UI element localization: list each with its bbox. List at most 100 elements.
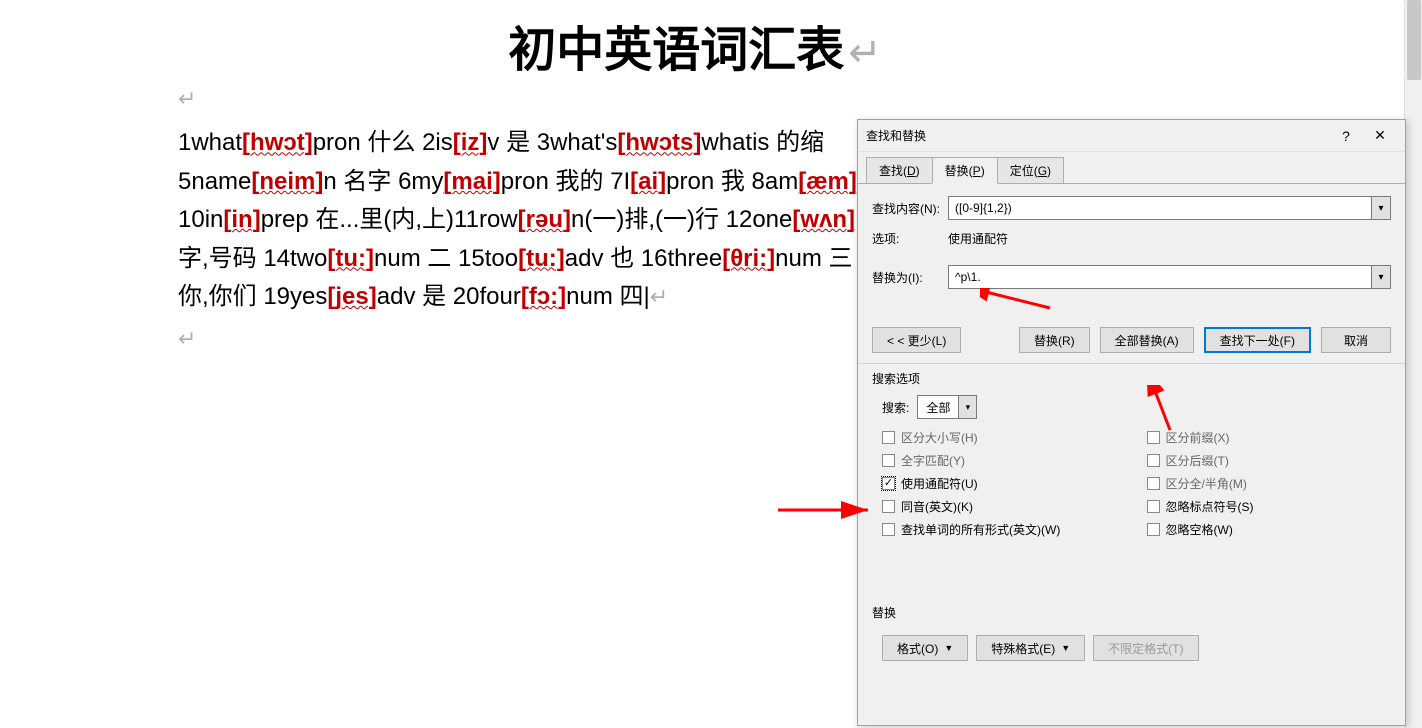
vertical-scrollbar[interactable] — [1404, 0, 1422, 728]
replace-button[interactable]: 替换(R) — [1019, 327, 1090, 353]
checkbox-icon — [882, 454, 895, 467]
format-button[interactable]: 格式(O)▼ — [882, 635, 968, 661]
checkbox-icon[interactable] — [1147, 523, 1160, 536]
checkbox-option: 区分前缀(X) — [1147, 429, 1392, 446]
body-text: adv 也 16three — [565, 245, 722, 272]
phonetic-text: [ai] — [630, 168, 666, 195]
body-text: 你,你们 19yes — [178, 283, 327, 310]
checkbox-option[interactable]: 查找单词的所有形式(英文)(W) — [882, 521, 1127, 538]
checkbox-label: 全字匹配(Y) — [901, 452, 965, 469]
dialog-tabs: 查找(D) 替换(P) 定位(G) — [858, 152, 1405, 183]
body-text: adv 是 20four — [377, 283, 521, 310]
search-options-label: 搜索选项 — [872, 370, 1391, 387]
paragraph-mark-icon: ↵ — [650, 284, 668, 309]
find-content-combo[interactable]: ▾ — [948, 196, 1391, 220]
body-text: 字,号码 14two — [178, 245, 327, 272]
paragraph-mark-icon: ↵ — [178, 326, 196, 351]
phonetic-text: [fɔ:] — [521, 283, 566, 310]
checkbox-icon[interactable] — [882, 500, 895, 513]
checkbox-label: 查找单词的所有形式(英文)(W) — [901, 521, 1060, 538]
replace-with-input[interactable] — [948, 265, 1371, 289]
phonetic-text: [iz] — [453, 129, 488, 156]
checkbox-option[interactable]: 使用通配符(U) — [882, 475, 1127, 492]
special-format-button[interactable]: 特殊格式(E)▼ — [976, 635, 1085, 661]
body-text: prep 在...里(内,上)11row — [261, 206, 518, 233]
document-title: 初中英语词汇表 — [508, 24, 844, 77]
checkbox-label: 区分大小写(H) — [901, 429, 978, 446]
phonetic-text: [θri:] — [722, 245, 775, 272]
phonetic-text: [neim] — [251, 168, 323, 195]
body-text: whatis 的缩 — [701, 129, 824, 156]
phonetic-text: [hwɔt] — [242, 129, 313, 156]
checkbox-icon[interactable] — [882, 477, 895, 490]
checkbox-label: 同音(英文)(K) — [901, 498, 973, 515]
cancel-button[interactable]: 取消 — [1321, 327, 1391, 353]
tab-find[interactable]: 查找(D) — [866, 157, 933, 184]
checkbox-grid: 区分大小写(H)区分前缀(X)全字匹配(Y)区分后缀(T)使用通配符(U)区分全… — [872, 429, 1391, 538]
checkbox-option: 区分大小写(H) — [882, 429, 1127, 446]
body-text: pron 我 8am — [666, 168, 798, 195]
replace-section-label: 替换 — [872, 604, 1391, 621]
checkbox-label: 区分全/半角(M) — [1166, 475, 1247, 492]
replace-with-combo[interactable]: ▾ — [948, 265, 1391, 289]
phonetic-text: [hwɔts] — [617, 129, 701, 156]
phonetic-text: [wʌn] — [792, 206, 855, 233]
find-next-button[interactable]: 查找下一处(F) — [1204, 327, 1311, 353]
checkbox-icon[interactable] — [1147, 500, 1160, 513]
body-text: 10in — [178, 206, 223, 233]
options-value: 使用通配符 — [948, 230, 1008, 247]
paragraph-mark-icon: ↵ — [178, 86, 196, 111]
checkbox-icon — [1147, 431, 1160, 444]
find-dropdown-icon[interactable]: ▾ — [1371, 196, 1391, 220]
caret-down-icon: ▼ — [1061, 643, 1070, 653]
phonetic-text: [in] — [223, 206, 260, 233]
checkbox-label: 忽略空格(W) — [1166, 521, 1233, 538]
checkbox-icon — [1147, 477, 1160, 490]
less-button[interactable]: < < 更少(L) — [872, 327, 961, 353]
body-text: n 名字 6my — [323, 168, 443, 195]
phonetic-text: [tu:] — [518, 245, 565, 272]
caret-down-icon: ▼ — [944, 643, 953, 653]
phonetic-text: [æm] — [798, 168, 857, 195]
help-button[interactable]: ? — [1329, 124, 1363, 148]
phonetic-text: [mai] — [443, 168, 500, 195]
body-text: num 二 15too — [374, 245, 518, 272]
search-scope-value: 全部 — [918, 399, 958, 416]
document-title-wrap: 初中英语词汇表↵ — [0, 10, 1390, 80]
checkbox-label: 区分前缀(X) — [1166, 429, 1230, 446]
checkbox-option[interactable]: 忽略空格(W) — [1147, 521, 1392, 538]
replace-with-label: 替换为(I): — [872, 269, 948, 286]
checkbox-label: 使用通配符(U) — [901, 475, 978, 492]
checkbox-icon[interactable] — [882, 523, 895, 536]
no-format-button: 不限定格式(T) — [1093, 635, 1198, 661]
paragraph-mark-icon: ↵ — [848, 31, 882, 75]
tab-goto[interactable]: 定位(G) — [997, 157, 1064, 184]
dialog-titlebar[interactable]: 查找和替换 ? ✕ — [858, 120, 1405, 152]
checkbox-option: 区分全/半角(M) — [1147, 475, 1392, 492]
find-replace-dialog: 查找和替换 ? ✕ 查找(D) 替换(P) 定位(G) 查找内容(N): ▾ 选… — [857, 119, 1406, 726]
find-content-label: 查找内容(N): — [872, 200, 948, 217]
body-text: pron 什么 2is — [313, 129, 453, 156]
checkbox-option[interactable]: 忽略标点符号(S) — [1147, 498, 1392, 515]
phonetic-text: [rəu] — [518, 206, 571, 233]
tab-replace[interactable]: 替换(P) — [932, 157, 998, 184]
body-text: 5name — [178, 168, 251, 195]
search-scope-label: 搜索: — [882, 399, 909, 416]
body-text: 1what — [178, 129, 242, 156]
checkbox-option[interactable]: 同音(英文)(K) — [882, 498, 1127, 515]
chevron-down-icon[interactable]: ▾ — [958, 396, 976, 418]
find-content-input[interactable] — [948, 196, 1371, 220]
body-text: n(一)排,(一)行 12one — [571, 206, 792, 233]
replace-all-button[interactable]: 全部替换(A) — [1100, 327, 1194, 353]
search-scope-select[interactable]: 全部 ▾ — [917, 395, 977, 419]
checkbox-label: 忽略标点符号(S) — [1166, 498, 1254, 515]
body-text: pron 我的 7I — [501, 168, 630, 195]
checkbox-icon — [882, 431, 895, 444]
phonetic-text: [tu:] — [327, 245, 374, 272]
dialog-title: 查找和替换 — [866, 127, 1329, 144]
close-button[interactable]: ✕ — [1363, 124, 1397, 148]
body-text: num 三 — [775, 245, 852, 272]
checkbox-icon — [1147, 454, 1160, 467]
replace-dropdown-icon[interactable]: ▾ — [1371, 265, 1391, 289]
body-text: num 四 — [566, 283, 643, 310]
